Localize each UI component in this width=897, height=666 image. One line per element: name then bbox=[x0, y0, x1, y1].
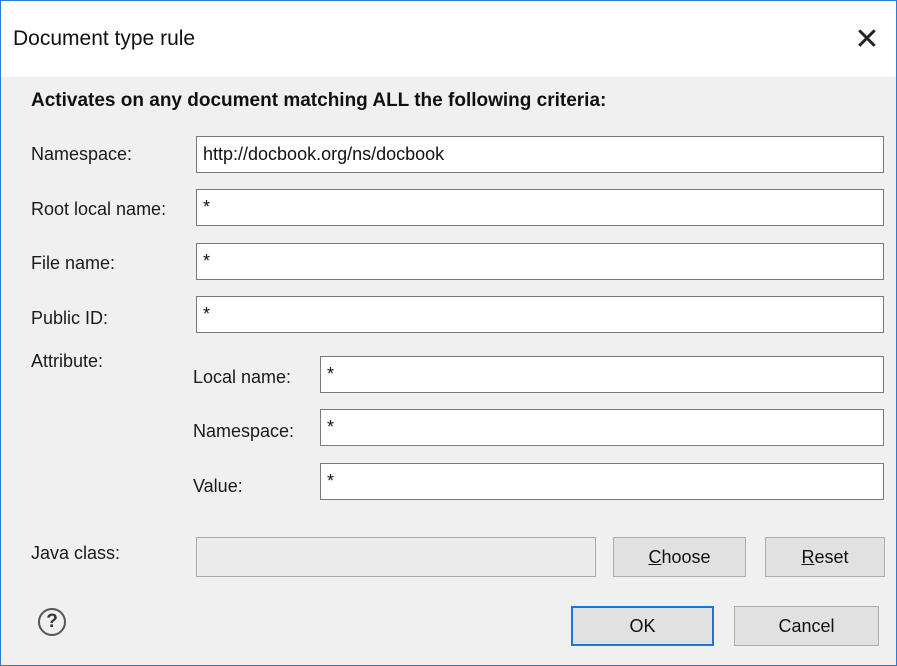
root-local-name-input[interactable]: * bbox=[196, 189, 884, 226]
reset-button[interactable]: Reset bbox=[765, 537, 885, 577]
file-name-input[interactable]: * bbox=[196, 243, 884, 280]
namespace-label: Namespace: bbox=[31, 144, 133, 164]
namespace-input[interactable]: http://docbook.org/ns/docbook bbox=[196, 136, 884, 173]
criteria-heading: Activates on any document matching ALL t… bbox=[31, 90, 607, 111]
close-icon[interactable]: ✕ bbox=[838, 1, 896, 77]
title-bar: Document type rule ✕ bbox=[0, 0, 897, 77]
attribute-value-label: Value: bbox=[193, 476, 243, 496]
attribute-namespace-label: Namespace: bbox=[193, 421, 295, 441]
reset-label: eset bbox=[814, 546, 849, 567]
attribute-local-name-input[interactable]: * bbox=[320, 356, 884, 393]
choose-mnemonic: C bbox=[648, 546, 662, 567]
attribute-namespace-input[interactable]: * bbox=[320, 409, 884, 446]
attribute-local-name-label: Local name: bbox=[193, 367, 292, 387]
ok-button[interactable]: OK bbox=[571, 606, 714, 646]
window-title: Document type rule bbox=[13, 27, 196, 50]
public-id-label: Public ID: bbox=[31, 308, 109, 328]
choose-label: hoose bbox=[661, 546, 711, 567]
root-local-name-label: Root local name: bbox=[31, 199, 167, 219]
file-name-label: File name: bbox=[31, 253, 116, 273]
reset-mnemonic: R bbox=[801, 546, 815, 567]
help-icon[interactable]: ? bbox=[38, 608, 66, 636]
attribute-value-input[interactable]: * bbox=[320, 463, 884, 500]
java-class-label: Java class: bbox=[31, 543, 121, 563]
choose-button[interactable]: Choose bbox=[613, 537, 746, 577]
java-class-input bbox=[196, 537, 596, 577]
public-id-input[interactable]: * bbox=[196, 296, 884, 333]
attribute-label: Attribute: bbox=[31, 351, 104, 371]
cancel-button[interactable]: Cancel bbox=[734, 606, 879, 646]
